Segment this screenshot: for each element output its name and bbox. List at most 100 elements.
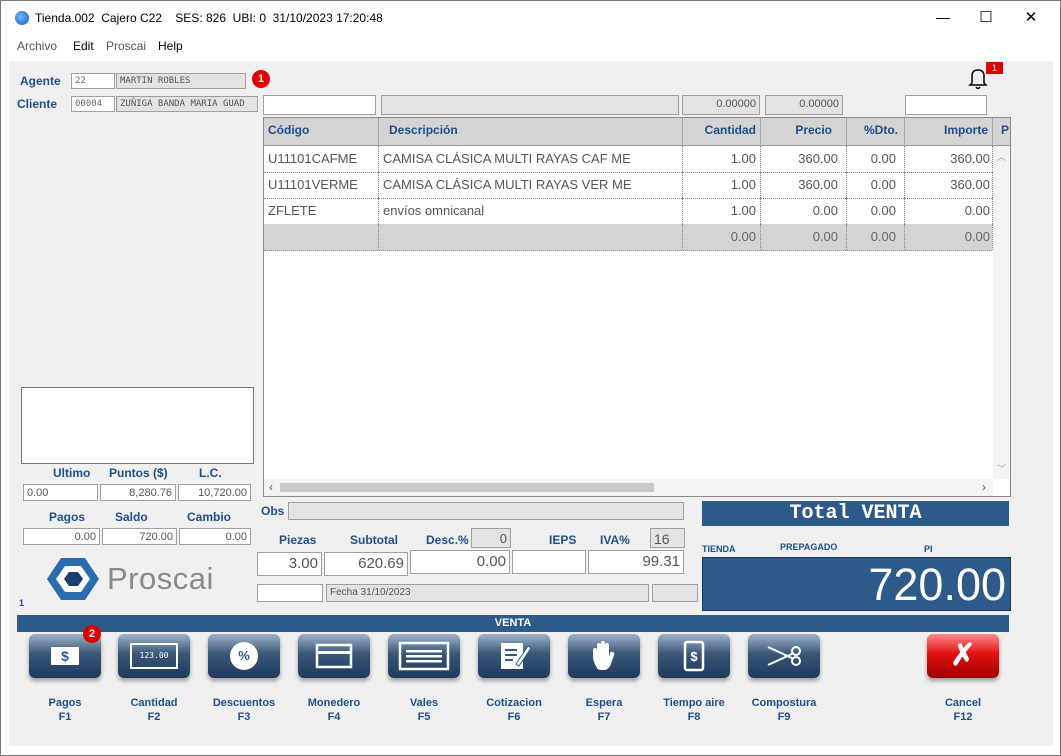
table-row[interactable]: ZFLETE envíos omnicanal 1.00 0.00 0.00 0…: [264, 198, 993, 225]
key-text: F6: [507, 711, 521, 723]
scroll-left-icon[interactable]: ‹: [269, 480, 273, 494]
compostura-button[interactable]: [748, 634, 820, 678]
descuentos-button[interactable]: %: [208, 634, 280, 678]
label-text: Cantidad: [130, 697, 178, 709]
client-label: Cliente: [17, 97, 58, 111]
agent-label: Agente: [20, 74, 61, 88]
cantidad-button-label[interactable]: Cantidad F2: [109, 696, 199, 724]
key-text: F7: [597, 711, 611, 723]
minimize-button[interactable]: —: [933, 9, 953, 25]
obs-field[interactable]: [288, 502, 684, 520]
pagos-button-label[interactable]: Pagos F1: [20, 696, 110, 724]
key-text: F8: [687, 711, 701, 723]
cancel-button-label[interactable]: Cancel F12: [918, 696, 1008, 724]
cell-descripcion: [379, 224, 683, 250]
col-descripcion[interactable]: Descripción: [379, 118, 683, 145]
code-entry-input[interactable]: [263, 95, 376, 115]
cell-precio: 0.00: [761, 198, 847, 224]
cell-codigo: [264, 224, 379, 250]
descuentos-button-label[interactable]: Descuentos F3: [199, 696, 289, 724]
scroll-down-icon[interactable]: ﹀: [997, 462, 1006, 475]
col-precio[interactable]: Precio: [761, 118, 847, 145]
label-text: Pagos: [48, 697, 82, 709]
percent-icon: %: [230, 642, 258, 670]
horizontal-scrollbar[interactable]: ‹ ›: [264, 479, 993, 496]
vales-button[interactable]: [388, 634, 460, 678]
key-text: F12: [953, 711, 973, 723]
key-text: F1: [58, 711, 72, 723]
label-text: Descuentos: [212, 697, 276, 709]
cell-dto: 0.00: [847, 172, 905, 198]
monedero-button[interactable]: [298, 634, 370, 678]
venta-bar: VENTA: [17, 615, 1009, 632]
agent-code-field[interactable]: 22: [71, 73, 115, 89]
col-importe[interactable]: Importe: [905, 118, 993, 145]
cancel-button[interactable]: ✗: [927, 634, 999, 678]
desc-percent-field: 0: [471, 528, 511, 548]
description-entry-field: [381, 95, 679, 115]
cell-dto: 0.00: [847, 224, 905, 250]
discount-entry-input[interactable]: [905, 95, 987, 115]
client-code-field[interactable]: 00004: [71, 96, 115, 112]
iva-percent-field: 16: [650, 528, 685, 548]
vales-button-label[interactable]: Vales F5: [379, 696, 469, 724]
phone-dollar-icon: $: [683, 640, 705, 672]
col-p[interactable]: P: [997, 118, 1010, 145]
maximize-button[interactable]: ☐: [976, 8, 996, 26]
compostura-button-label[interactable]: Compostura F9: [739, 696, 829, 724]
subtotal-field: 620.69: [324, 552, 408, 576]
cantidad-button[interactable]: 123.00: [118, 634, 190, 678]
piezas-field: 3.00: [257, 552, 322, 576]
menu-proscai[interactable]: Proscai: [106, 39, 146, 53]
desc-label: Desc.%: [426, 533, 469, 547]
cell-cantidad: 1.00: [683, 146, 761, 172]
cell-dto: 0.00: [847, 198, 905, 224]
lc-field: 10,720.00: [178, 484, 251, 501]
table-row[interactable]: 0.00 0.00 0.00 0.00: [264, 224, 993, 251]
grid-header: Código Descripción Cantidad Precio %Dto.…: [264, 118, 1010, 146]
items-grid[interactable]: Código Descripción Cantidad Precio %Dto.…: [263, 117, 1011, 497]
cell-importe: 0.00: [905, 224, 993, 250]
total-venta-title: Total VENTA: [702, 501, 1009, 526]
tiempo-aire-button-label[interactable]: Tiempo aire F8: [649, 696, 739, 724]
label-text: Monedero: [307, 697, 361, 709]
cotizacion-button[interactable]: [478, 634, 550, 678]
espera-button[interactable]: [568, 634, 640, 678]
cell-precio: 0.00: [761, 224, 847, 250]
puntos-field: 8,280.76: [100, 484, 176, 501]
ultimo-label: Ultimo: [53, 466, 91, 480]
cell-dto: 0.00: [847, 146, 905, 172]
col-codigo[interactable]: Código: [264, 118, 379, 145]
money-icon: $: [51, 647, 79, 665]
saldo-label: Saldo: [115, 510, 148, 524]
proscai-logo-icon: [45, 556, 101, 602]
wallet-card-icon: [315, 643, 353, 669]
cell-precio: 360.00: [761, 172, 847, 198]
col-dto[interactable]: %Dto.: [847, 118, 905, 145]
scroll-right-icon[interactable]: ›: [982, 480, 986, 494]
label-text: Cotizacion: [486, 697, 542, 709]
menu-edit[interactable]: Edit: [73, 39, 94, 53]
client-name-field: ZUÑIGA BANDA MARIA GUAD: [116, 96, 258, 112]
svg-text:$: $: [690, 649, 698, 664]
subtotal-label: Subtotal: [350, 533, 398, 547]
menu-help[interactable]: Help: [158, 39, 183, 53]
table-row[interactable]: U11101VERME CAMISA CLÁSICA MULTI RAYAS V…: [264, 172, 993, 199]
scroll-thumb[interactable]: [280, 483, 654, 492]
cell-cantidad: 1.00: [683, 172, 761, 198]
col-cantidad[interactable]: Cantidad: [683, 118, 761, 145]
vertical-scrollbar[interactable]: ︿ ﹀: [993, 146, 1010, 479]
menu-archivo[interactable]: Archivo: [17, 39, 57, 53]
label-text: Vales: [409, 697, 439, 709]
espera-button-label[interactable]: Espera F7: [559, 696, 649, 724]
close-button[interactable]: ✕: [1021, 8, 1041, 26]
cell-descripcion: CAMISA CLÁSICA MULTI RAYAS CAF ME: [379, 146, 683, 172]
tiempo-aire-button[interactable]: $: [658, 634, 730, 678]
table-row[interactable]: U11101CAFME CAMISA CLÁSICA MULTI RAYAS C…: [264, 146, 993, 173]
total-amount: 720.00: [868, 559, 1006, 610]
scroll-up-icon[interactable]: ︿: [997, 150, 1006, 163]
iva-field: 99.31: [588, 550, 684, 574]
monedero-button-label[interactable]: Monedero F4: [289, 696, 379, 724]
cotizacion-button-label[interactable]: Cotizacion F6: [469, 696, 559, 724]
cell-precio: 360.00: [761, 146, 847, 172]
